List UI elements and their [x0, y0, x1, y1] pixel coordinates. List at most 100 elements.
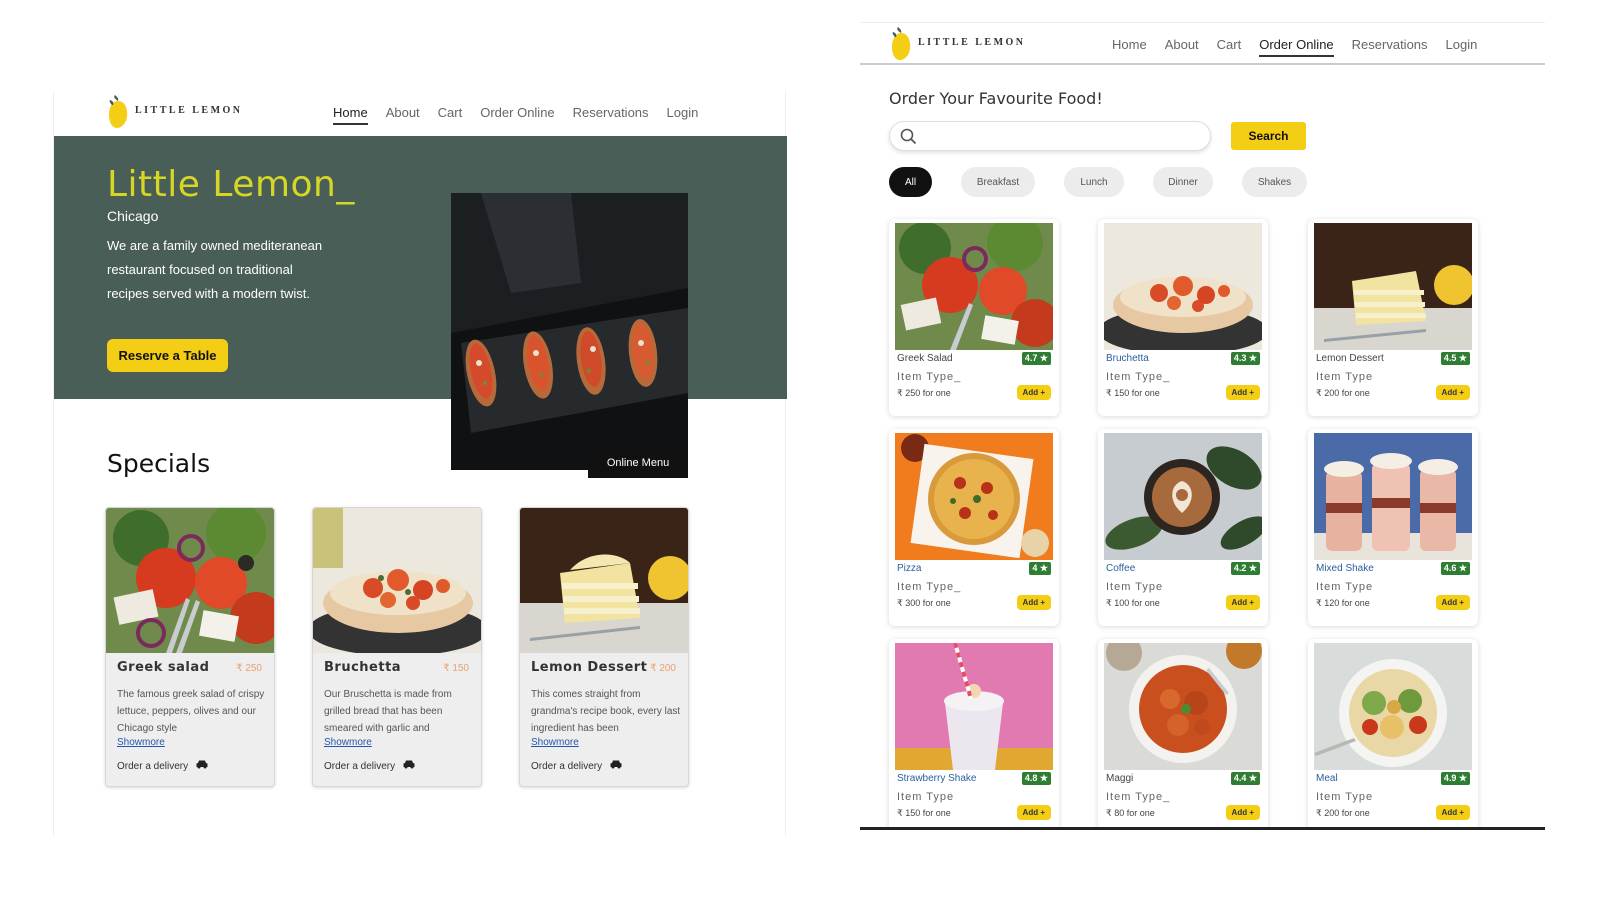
strawberry-shake-image: [895, 643, 1053, 770]
food-name: Mixed Shake: [1316, 563, 1374, 574]
special-description: The famous greek salad of crispy lettuce…: [117, 689, 265, 734]
rating-badge: 4.8 ★: [1021, 772, 1051, 785]
food-card: Pizza 4 ★ Item Type_ ₹ 300 for one Add +: [889, 429, 1059, 626]
nav-login[interactable]: Login: [667, 105, 699, 125]
item-type: Item Type: [1316, 791, 1374, 803]
add-to-cart-button[interactable]: Add +: [1225, 595, 1260, 610]
food-name: Lemon Dessert: [1316, 353, 1384, 364]
food-price: ₹ 200 for one: [1316, 808, 1370, 818]
nav-home[interactable]: Home: [1112, 37, 1147, 57]
car-icon: [403, 760, 415, 772]
item-type: Item Type: [1316, 581, 1374, 593]
item-type: Item Type: [1106, 581, 1164, 593]
item-type: Item Type: [897, 791, 955, 803]
order-logo[interactable]: LITTLE LEMON: [890, 27, 1026, 60]
chip-dinner[interactable]: Dinner: [1153, 167, 1213, 197]
nav-reservations[interactable]: Reservations: [573, 105, 649, 125]
food-price: ₹ 150 for one: [897, 808, 951, 818]
showmore-link[interactable]: Showmore: [324, 737, 372, 748]
food-price: ₹ 80 for one: [1106, 808, 1155, 818]
search-icon: [900, 128, 917, 150]
food-card: Lemon Dessert 4.5 ★ Item Type ₹ 200 for …: [1308, 219, 1478, 416]
add-to-cart-button[interactable]: Add +: [1225, 805, 1260, 820]
chip-lunch[interactable]: Lunch: [1064, 167, 1124, 197]
search-button[interactable]: Search: [1231, 122, 1306, 150]
rating-badge: 4.3 ★: [1230, 352, 1260, 365]
food-price: ₹ 150 for one: [1106, 388, 1160, 398]
food-name: Meal: [1316, 773, 1338, 784]
food-card: Greek Salad 4.7 ★ Item Type_ ₹ 250 for o…: [889, 219, 1059, 416]
bruchetta-image: [313, 508, 481, 653]
nav-about[interactable]: About: [1165, 37, 1199, 57]
add-to-cart-button[interactable]: Add +: [1016, 805, 1051, 820]
nav-about[interactable]: About: [386, 105, 420, 125]
specials-title: Specials: [107, 449, 211, 478]
add-to-cart-button[interactable]: Add +: [1435, 805, 1470, 820]
special-card-bruchetta: Bruchetta ₹ 150 Our Bruschetta is made f…: [312, 507, 482, 787]
food-card: Maggi 4.4 ★ Item Type_ ₹ 80 for one Add …: [1098, 639, 1268, 827]
home-nav-links: Home About Cart Order Online Reservation…: [333, 105, 698, 125]
order-navbar: LITTLE LEMON Home About Cart Order Onlin…: [860, 23, 1545, 65]
rating-badge: 4 ★: [1029, 562, 1051, 575]
nav-reservations[interactable]: Reservations: [1352, 37, 1428, 57]
food-name: Greek Salad: [897, 353, 953, 364]
item-type: Item Type: [1316, 371, 1374, 383]
online-menu-button[interactable]: Online Menu: [588, 448, 688, 478]
order-delivery-label: Order a delivery: [324, 760, 396, 772]
nav-order-online[interactable]: Order Online: [480, 105, 554, 125]
nav-order-online[interactable]: Order Online: [1259, 37, 1334, 57]
food-name: Bruchetta: [1106, 353, 1149, 364]
chip-breakfast[interactable]: Breakfast: [961, 167, 1035, 197]
nav-login[interactable]: Login: [1446, 37, 1478, 57]
add-to-cart-button[interactable]: Add +: [1016, 385, 1051, 400]
nav-cart[interactable]: Cart: [1217, 37, 1242, 57]
lemon-logo-icon: [107, 95, 128, 128]
food-name: Coffee: [1106, 563, 1136, 574]
food-card: Coffee 4.2 ★ Item Type ₹ 100 for one Add…: [1098, 429, 1268, 626]
nav-home[interactable]: Home: [333, 105, 368, 125]
showmore-link[interactable]: Showmore: [531, 737, 579, 748]
order-delivery-label: Order a delivery: [531, 760, 603, 772]
hero-title: Little Lemon_: [107, 164, 355, 205]
hero-description: We are a family owned mediteranean resta…: [107, 238, 323, 301]
order-page-title: Order Your Favourite Food!: [889, 89, 1103, 108]
add-to-cart-button[interactable]: Add +: [1435, 595, 1470, 610]
rating-badge: 4.7 ★: [1021, 352, 1051, 365]
search-input[interactable]: [924, 127, 1199, 147]
nav-cart[interactable]: Cart: [438, 105, 463, 125]
order-delivery-link[interactable]: Order a delivery: [117, 760, 208, 772]
lemon-dessert-image: [1314, 223, 1472, 350]
pizza-image: [895, 433, 1053, 560]
add-to-cart-button[interactable]: Add +: [1016, 595, 1051, 610]
lemon-logo-icon: [890, 27, 911, 60]
add-to-cart-button[interactable]: Add +: [1225, 385, 1260, 400]
order-delivery-link[interactable]: Order a delivery: [324, 760, 415, 772]
reserve-table-button[interactable]: Reserve a Table: [107, 339, 228, 372]
chip-shakes[interactable]: Shakes: [1242, 167, 1307, 197]
special-card-lemon-dessert: Lemon Dessert ₹ 200 This comes straight …: [519, 507, 689, 787]
add-to-cart-button[interactable]: Add +: [1435, 385, 1470, 400]
showmore-link[interactable]: Showmore: [117, 737, 165, 748]
special-price: ₹ 200: [650, 663, 676, 674]
special-name: Greek salad: [117, 660, 210, 675]
hero-title-cursor: _: [336, 164, 355, 205]
coffee-image: [1104, 433, 1262, 560]
rating-badge: 4.6 ★: [1440, 562, 1470, 575]
food-price: ₹ 120 for one: [1316, 598, 1370, 608]
rating-badge: 4.9 ★: [1440, 772, 1470, 785]
food-card: Mixed Shake 4.6 ★ Item Type ₹ 120 for on…: [1308, 429, 1478, 626]
mixed-shake-image: [1314, 433, 1472, 560]
chip-all[interactable]: All: [889, 167, 932, 197]
order-delivery-link[interactable]: Order a delivery: [531, 760, 622, 772]
special-description: Our Bruschetta is made from grilled brea…: [324, 689, 452, 734]
food-price: ₹ 250 for one: [897, 388, 951, 398]
greek-salad-image: [895, 223, 1053, 350]
special-price: ₹ 150: [443, 663, 469, 674]
item-type: Item Type_: [1106, 791, 1171, 803]
special-name: Lemon Dessert: [531, 660, 648, 675]
meal-image: [1314, 643, 1472, 770]
home-logo[interactable]: LITTLE LEMON: [107, 95, 243, 128]
lemon-dessert-image: [520, 508, 688, 653]
food-name: Pizza: [897, 563, 922, 574]
food-name: Strawberry Shake: [897, 773, 977, 784]
